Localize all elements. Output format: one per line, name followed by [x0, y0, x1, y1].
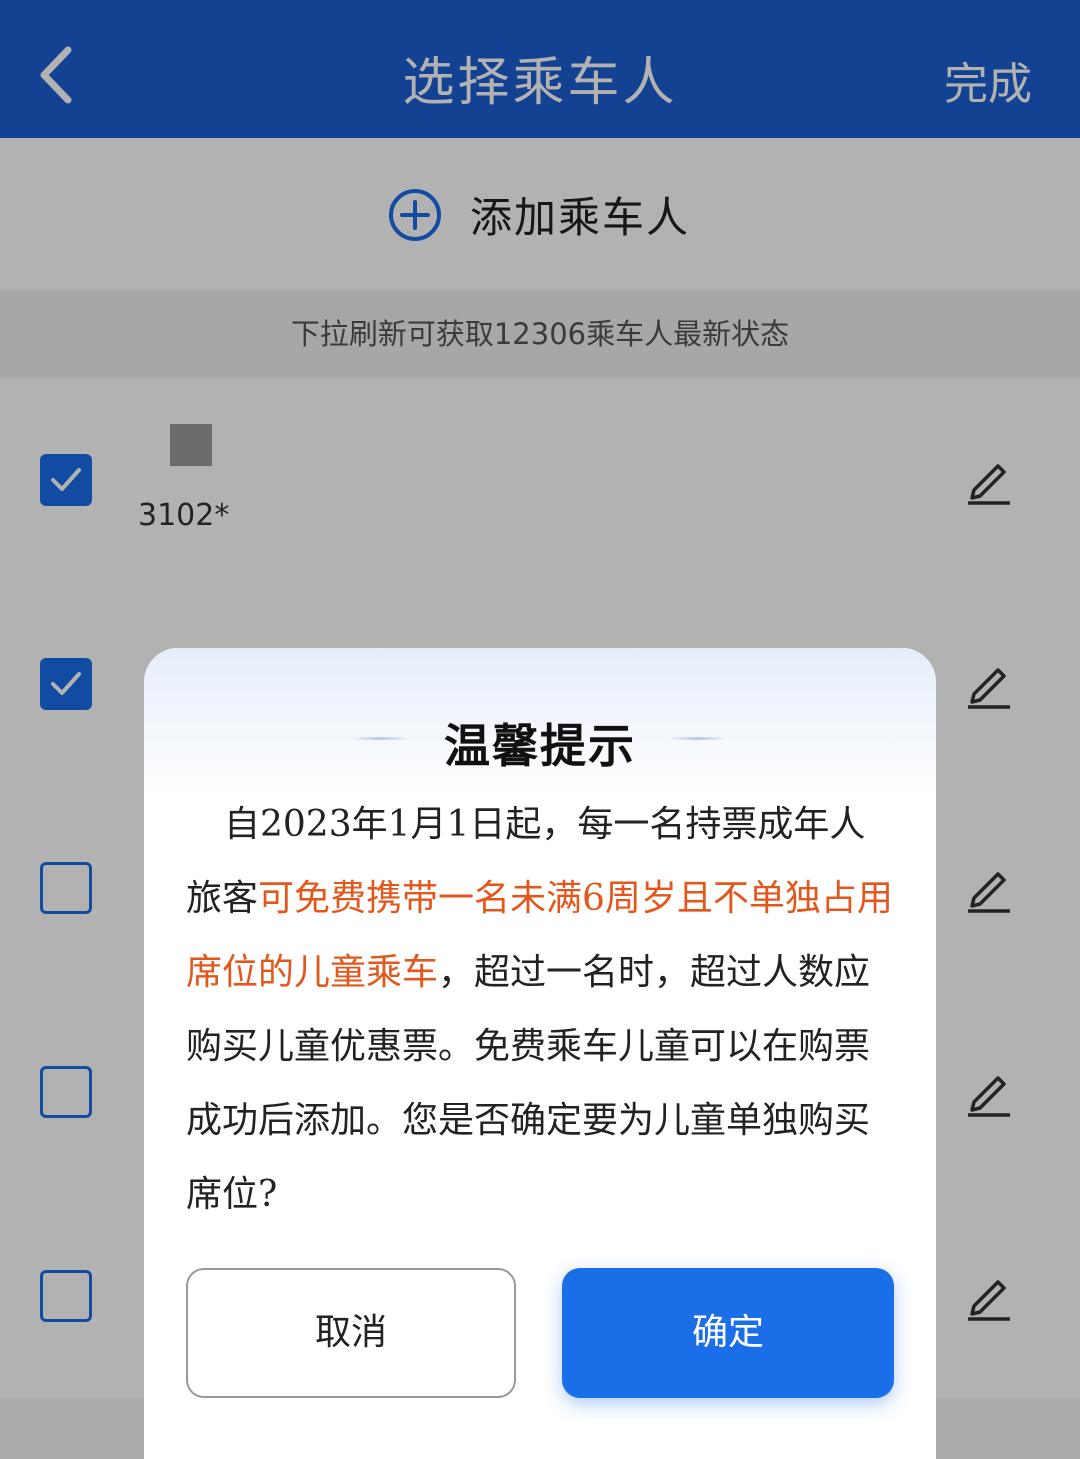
- cancel-button[interactable]: 取消: [186, 1268, 516, 1398]
- passenger-select-screen: 选择乘车人 完成 添加乘车人 下拉刷新可获取12306乘车人最新状态 3102*: [0, 0, 1080, 1459]
- dialog-message: 自2023年1月1日起，每一名持票成年人旅客可免费携带一名未满6周岁且不单独占用…: [186, 788, 898, 1232]
- confirm-button[interactable]: 确定: [562, 1268, 894, 1398]
- notice-dialog: 温馨提示 自2023年1月1日起，每一名持票成年人旅客可免费携带一名未满6周岁且…: [144, 648, 936, 1459]
- title-divider-right: [668, 737, 728, 740]
- dialog-title: 温馨提示: [444, 719, 636, 773]
